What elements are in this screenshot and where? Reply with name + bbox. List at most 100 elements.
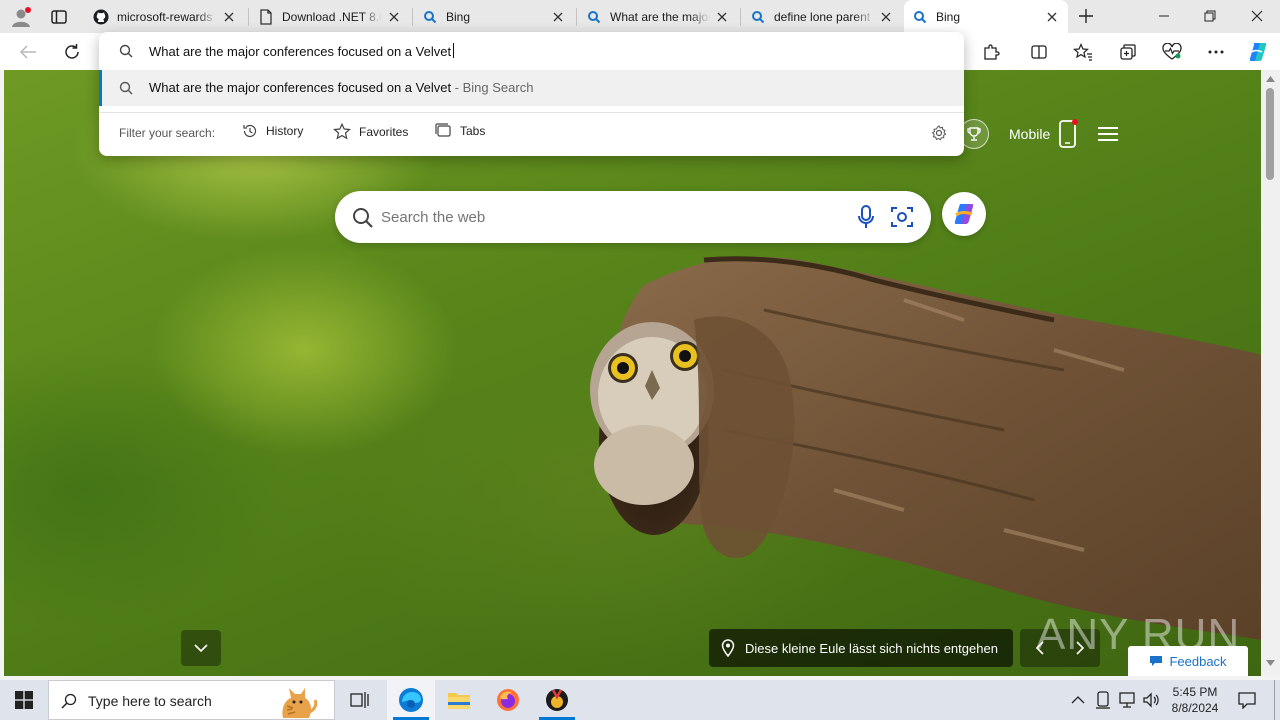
- phone-icon[interactable]: [1058, 119, 1078, 152]
- split-screen-button[interactable]: [1024, 37, 1054, 67]
- divider: [99, 112, 964, 113]
- tab-bing-active[interactable]: Bing: [904, 0, 1068, 33]
- tab-label: Bing: [936, 9, 961, 24]
- history-icon: [243, 124, 257, 138]
- scrollbar-thumb[interactable]: [1266, 88, 1274, 180]
- address-input[interactable]: What are the major conferences focused o…: [149, 43, 455, 59]
- close-tab-icon[interactable]: [386, 9, 402, 25]
- profile-avatar[interactable]: [10, 6, 32, 28]
- arrow-left-icon: [19, 45, 36, 59]
- hamburger-icon: [1098, 127, 1118, 141]
- device-icon[interactable]: [1095, 691, 1111, 709]
- close-window-button[interactable]: [1234, 0, 1280, 32]
- scroll-up-icon: [1266, 76, 1275, 82]
- filter-tabs[interactable]: Tabs: [435, 123, 485, 138]
- bing-search-input[interactable]: [381, 205, 811, 229]
- clock-time: 5:45 PM: [1172, 685, 1218, 699]
- favorites-button[interactable]: [1068, 37, 1098, 67]
- filter-favorites-label: Favorites: [359, 124, 409, 139]
- back-button[interactable]: [13, 37, 43, 67]
- taskbar-app-medal[interactable]: [533, 680, 581, 720]
- close-tab-icon[interactable]: [221, 9, 237, 25]
- split-screen-icon: [1031, 45, 1047, 59]
- volume-icon[interactable]: [1142, 691, 1160, 709]
- task-view-icon: [350, 692, 369, 708]
- copilot-icon: [954, 204, 974, 224]
- collections-button[interactable]: [1113, 37, 1143, 67]
- trophy-icon: [967, 127, 981, 141]
- taskbar-search-placeholder: Type here to search: [88, 693, 212, 709]
- filter-favorites[interactable]: Favorites: [333, 123, 408, 140]
- tab-what-are-the-major[interactable]: What are the major: [578, 2, 738, 32]
- browser-essentials-button[interactable]: [1157, 37, 1187, 67]
- refresh-button[interactable]: [57, 37, 87, 67]
- show-desktop-button[interactable]: [1274, 680, 1280, 720]
- close-tab-icon[interactable]: [1044, 9, 1060, 25]
- bing-search-icon: [750, 9, 766, 25]
- address-bar-dropdown: What are the major conferences focused o…: [99, 32, 964, 156]
- notifications-icon[interactable]: [1238, 691, 1256, 709]
- feedback-button[interactable]: Feedback: [1128, 646, 1248, 676]
- taskbar-search-box[interactable]: Type here to search: [48, 680, 335, 720]
- star-icon: [333, 123, 351, 140]
- folder-icon: [448, 693, 470, 709]
- extensions-button[interactable]: [976, 37, 1006, 67]
- more-dots-icon: [1208, 50, 1224, 54]
- minimize-button[interactable]: [1141, 0, 1187, 32]
- minimize-icon: [1159, 15, 1169, 17]
- microphone-icon[interactable]: [857, 204, 875, 230]
- hamburger-menu-button[interactable]: [1097, 126, 1119, 145]
- filter-tabs-label: Tabs: [460, 123, 486, 138]
- settings-more-button[interactable]: [1201, 37, 1231, 67]
- scroll-down-button[interactable]: [181, 630, 221, 666]
- bing-search-box[interactable]: [335, 191, 931, 243]
- page-scrollbar[interactable]: [1261, 70, 1280, 676]
- close-tab-icon[interactable]: [714, 9, 730, 25]
- filter-label: Filter your search:: [119, 126, 216, 140]
- star-list-icon: [1073, 43, 1092, 61]
- copilot-button[interactable]: [1243, 37, 1273, 67]
- task-view-button[interactable]: [336, 680, 384, 720]
- tab-actions-icon[interactable]: [50, 8, 68, 26]
- clock[interactable]: 5:45 PM 8/8/2024: [1166, 684, 1224, 716]
- filter-history[interactable]: History: [242, 123, 303, 139]
- close-icon: [1251, 10, 1263, 22]
- tab-define-lone-parent[interactable]: define lone parent: [742, 2, 902, 32]
- suggestion-suffix: - Bing Search: [451, 80, 534, 95]
- suggestion-item[interactable]: What are the major conferences focused o…: [99, 70, 964, 106]
- close-tab-icon[interactable]: [550, 9, 566, 25]
- plus-icon: [1079, 9, 1093, 23]
- tab-label: Bing: [446, 10, 471, 24]
- restore-button[interactable]: [1187, 0, 1233, 32]
- windows-taskbar: Type here to search 5:45 PM 8/8/2024: [0, 680, 1280, 720]
- tab-strip: microsoft-rewards Download .NET 8.0 Bing…: [0, 0, 1280, 33]
- tab-label: What are the major: [610, 10, 710, 24]
- tab-label: define lone parent: [774, 10, 871, 24]
- copilot-search-button[interactable]: [942, 192, 986, 236]
- owl-background-image: [590, 256, 1261, 640]
- tabs-icon: [435, 123, 451, 137]
- visual-search-icon[interactable]: [890, 205, 914, 229]
- heart-pulse-icon: [1162, 43, 1182, 60]
- mobile-link[interactable]: Mobile: [1009, 126, 1050, 142]
- gear-icon[interactable]: [931, 125, 947, 141]
- taskbar-file-explorer[interactable]: [435, 680, 483, 720]
- tab-download-net[interactable]: Download .NET 8.0: [250, 2, 410, 32]
- bing-search-icon: [422, 9, 438, 25]
- close-tab-icon[interactable]: [878, 9, 894, 25]
- network-icon[interactable]: [1118, 691, 1136, 709]
- suggestion-text: What are the major conferences focused o…: [149, 80, 452, 95]
- start-button[interactable]: [0, 680, 48, 720]
- tab-label: microsoft-rewards: [117, 10, 213, 24]
- tab-github[interactable]: microsoft-rewards: [85, 2, 245, 32]
- image-caption[interactable]: Diese kleine Eule lässt sich nichts entg…: [709, 629, 1013, 667]
- taskbar-firefox[interactable]: [484, 680, 532, 720]
- search-icon: [119, 44, 133, 58]
- new-tab-button[interactable]: [1076, 6, 1096, 26]
- chevron-up-icon[interactable]: [1071, 695, 1085, 705]
- tab-bing-1[interactable]: Bing: [414, 2, 574, 32]
- location-pin-icon: [721, 639, 735, 657]
- taskbar-edge[interactable]: [387, 680, 435, 720]
- chevron-down-icon: [194, 643, 208, 652]
- medal-app-icon: [546, 689, 568, 711]
